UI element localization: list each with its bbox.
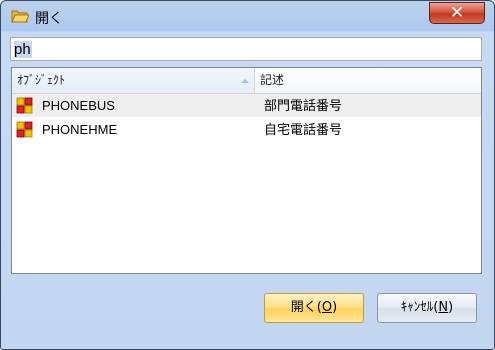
object-icon — [16, 121, 33, 138]
open-dialog-window: 開く ✕ ｵﾌﾞｼﾞｪｸﾄ 記述 PHONEBUS 部門電 — [0, 0, 495, 350]
cancel-button-label-end: ) — [448, 300, 454, 315]
object-list[interactable]: ｵﾌﾞｼﾞｪｸﾄ 記述 PHONEBUS 部門電話番号 PHONEHME 自宅電… — [11, 67, 482, 274]
table-row[interactable]: PHONEHME 自宅電話番号 — [12, 118, 481, 141]
object-name-cell: PHONEBUS — [42, 98, 115, 113]
open-folder-icon — [11, 10, 29, 23]
title-bar[interactable]: 開く ✕ — [1, 1, 494, 33]
cancel-button[interactable]: ｷｬﾝｾﾙ(N) — [377, 293, 477, 323]
description-cell: 自宅電話番号 — [264, 122, 343, 137]
close-button[interactable]: ✕ — [429, 2, 485, 24]
search-input[interactable] — [14, 39, 474, 59]
open-button-label: 開く( — [290, 300, 322, 315]
table-row[interactable]: PHONEBUS 部門電話番号 — [12, 94, 481, 117]
open-button-accesskey: O — [321, 300, 333, 315]
list-header: ｵﾌﾞｼﾞｪｸﾄ 記述 — [12, 68, 481, 94]
column-header-description-label: 記述 — [260, 73, 285, 87]
object-icon — [16, 97, 33, 114]
cancel-button-accesskey: N — [438, 300, 449, 315]
column-header-object-label: ｵﾌﾞｼﾞｪｸﾄ — [17, 73, 66, 87]
column-header-object[interactable]: ｵﾌﾞｼﾞｪｸﾄ — [12, 68, 255, 93]
window-title: 開く — [35, 11, 63, 27]
close-icon: ✕ — [449, 3, 465, 23]
open-button-label-end: ) — [332, 300, 338, 315]
open-button[interactable]: 開く(O) — [264, 293, 364, 323]
cancel-button-label: ｷｬﾝｾﾙ( — [400, 300, 439, 315]
column-header-description[interactable]: 記述 — [255, 68, 481, 93]
description-cell: 部門電話番号 — [264, 98, 343, 113]
search-field[interactable] — [10, 37, 482, 61]
object-name-cell: PHONEHME — [42, 122, 118, 137]
sort-ascending-icon — [241, 79, 249, 83]
